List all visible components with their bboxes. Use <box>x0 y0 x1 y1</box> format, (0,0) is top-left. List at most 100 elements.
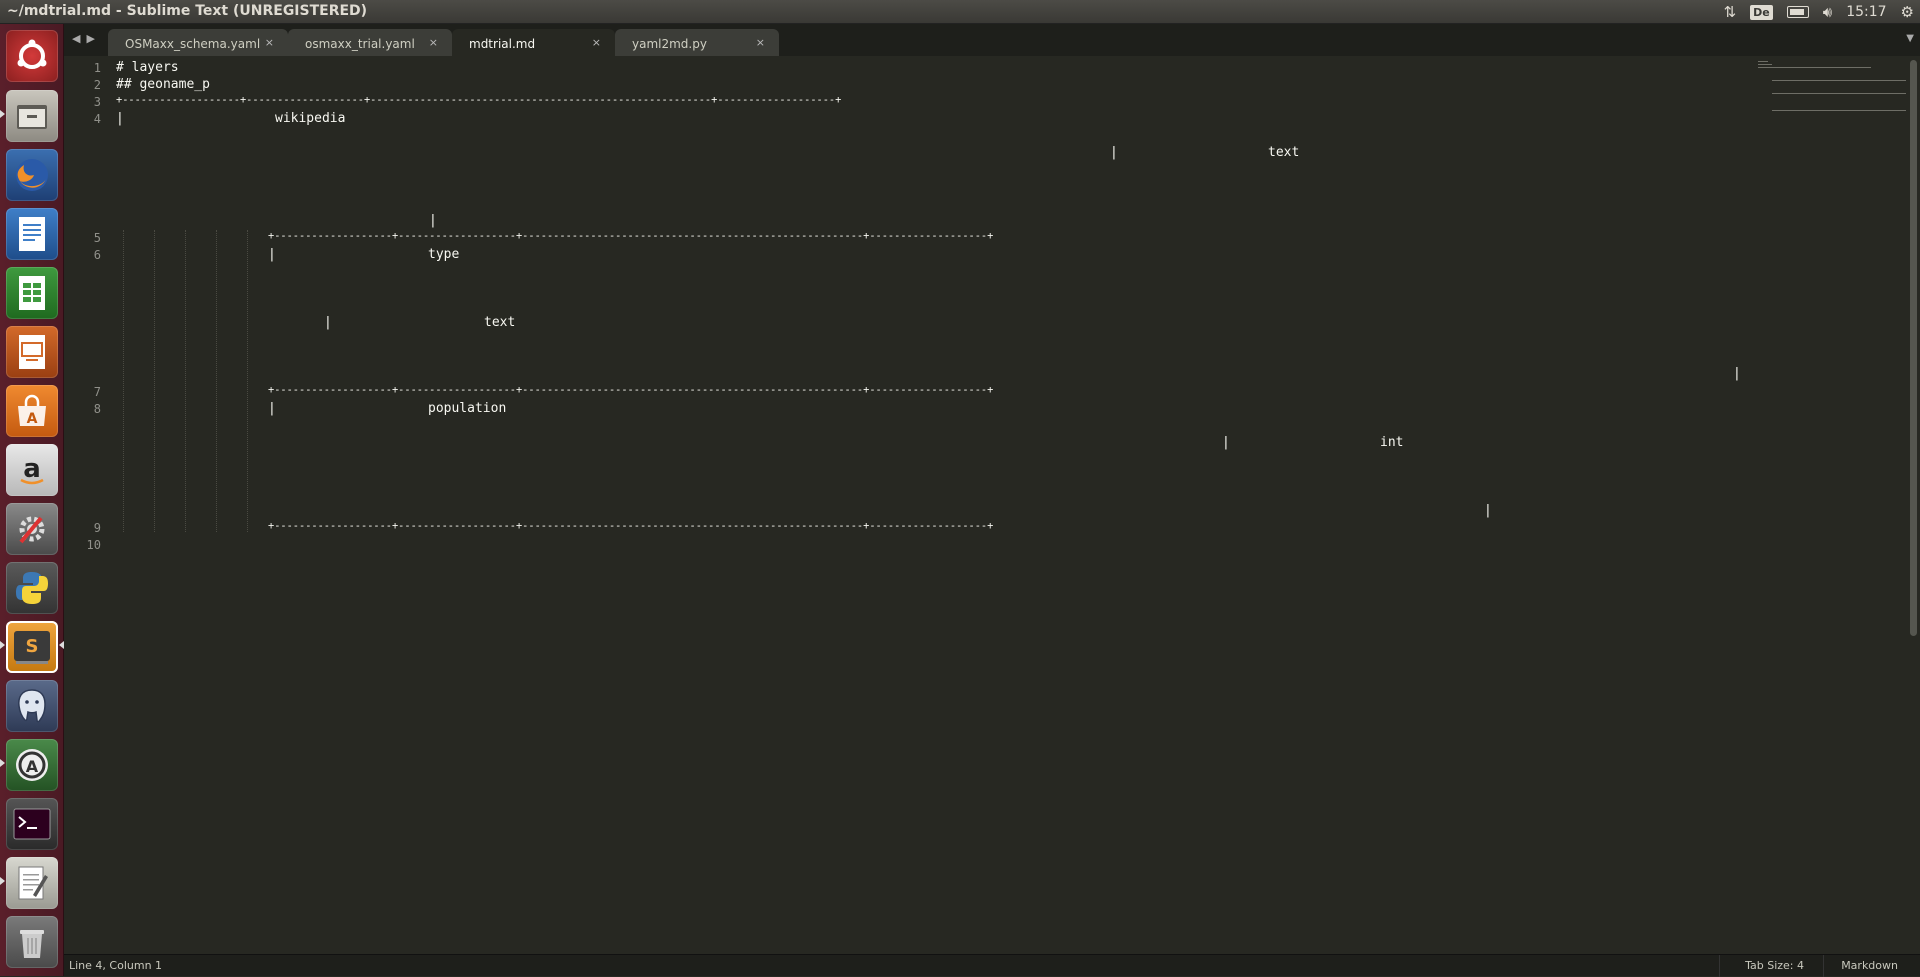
code-line-6-pipe: | <box>268 247 276 262</box>
keyboard-layout-indicator[interactable]: De <box>1750 4 1773 20</box>
code-line-8-pipe: | <box>1484 503 1492 518</box>
code-line-4-pipe: | <box>429 213 437 228</box>
minimap-line <box>1772 93 1906 94</box>
minimap-line <box>1758 67 1871 68</box>
code-line-9: +-------------------+-------------------… <box>268 520 994 532</box>
code-line-6-word: text <box>484 315 516 330</box>
indent-guide <box>247 230 248 532</box>
line-number: 3 <box>93 95 101 109</box>
close-icon[interactable]: × <box>429 36 438 49</box>
line-number: 9 <box>93 521 101 535</box>
status-bar: Line 4, Column 1 Tab Size: 4 Markdown <box>64 954 1920 977</box>
line-number: 5 <box>93 231 101 245</box>
libreoffice-impress-icon[interactable] <box>6 326 58 378</box>
code-line-3: +-------------------+-------------------… <box>116 94 842 106</box>
minimap-line <box>1772 110 1906 111</box>
ubuntu-dash-icon[interactable] <box>6 30 58 82</box>
code-line-6-word: type <box>428 247 460 262</box>
running-indicator <box>0 759 5 767</box>
launcher: A a S A <box>0 24 64 976</box>
svg-text:S: S <box>26 636 39 657</box>
indent-guide <box>154 230 155 532</box>
running-indicator <box>0 110 5 118</box>
minimap-line <box>1758 61 1768 62</box>
system-tray: ⇅ De 🔊︎ 15:17 ⚙ <box>1724 0 1914 24</box>
code-line-1: # layers <box>116 60 179 75</box>
tab-osmaxx-schema[interactable]: OSMaxx_schema.yaml × <box>108 29 288 56</box>
battery-icon[interactable] <box>1786 6 1809 18</box>
tab-mdtrial[interactable]: mdtrial.md × <box>452 29 615 56</box>
tab-label: yaml2md.py <box>632 37 707 51</box>
volume-icon[interactable]: 🔊︎ <box>1823 3 1832 21</box>
line-number: 4 <box>93 112 101 126</box>
tab-yaml2md[interactable]: yaml2md.py × <box>615 29 779 56</box>
line-number-gutter: 1 2 3 4 5 6 7 8 9 10 <box>64 56 111 954</box>
code-line-5: +-------------------+-------------------… <box>268 230 994 242</box>
line-number: 10 <box>86 538 101 552</box>
network-updown-icon[interactable]: ⇅ <box>1724 3 1737 21</box>
gear-icon[interactable]: ⚙ <box>1901 3 1914 21</box>
code-editor[interactable]: # layers ## geoname_p +-----------------… <box>111 56 1751 954</box>
software-center-icon[interactable]: A <box>6 385 58 437</box>
files-icon[interactable] <box>6 90 58 142</box>
tab-list-dropdown-icon[interactable]: ▼ <box>1906 33 1914 44</box>
system-settings-icon[interactable] <box>6 503 58 555</box>
line-number: 1 <box>93 61 101 75</box>
status-divider <box>1719 955 1720 977</box>
amazon-icon[interactable]: a <box>6 444 58 496</box>
code-line-6-pipe: | <box>324 315 332 330</box>
svg-text:A: A <box>26 757 39 776</box>
cursor-position: Line 4, Column 1 <box>69 959 163 972</box>
firefox-icon[interactable] <box>6 149 58 201</box>
top-panel: ~/mdtrial.md - Sublime Text (UNREGISTERE… <box>0 0 1920 24</box>
svg-text:a: a <box>23 454 41 484</box>
indent-guide <box>123 230 124 532</box>
trash-icon[interactable] <box>6 916 58 968</box>
tab-size-selector[interactable]: Tab Size: 4 <box>1745 959 1804 972</box>
libreoffice-calc-icon[interactable] <box>6 267 58 319</box>
status-divider <box>1823 955 1824 977</box>
tab-nav-arrows[interactable]: ◀▶ <box>72 32 101 45</box>
tab-osmaxx-trial[interactable]: osmaxx_trial.yaml × <box>288 29 452 56</box>
indent-guide <box>216 230 217 532</box>
code-line-7: +-------------------+-------------------… <box>268 384 994 396</box>
code-line-2: ## geoname_p <box>116 77 210 92</box>
code-line-4-pipe: | <box>116 111 124 126</box>
libreoffice-writer-icon[interactable] <box>6 208 58 260</box>
tab-label: OSMaxx_schema.yaml <box>125 37 261 51</box>
postgresql-icon[interactable] <box>6 680 58 732</box>
vertical-scrollbar[interactable] <box>1908 56 1920 954</box>
scrollbar-thumb[interactable] <box>1910 60 1917 636</box>
sublime-text-icon[interactable]: S <box>6 621 58 673</box>
code-line-8-pipe: | <box>268 401 276 416</box>
close-icon[interactable]: × <box>756 36 765 49</box>
line-number: 2 <box>93 78 101 92</box>
code-line-8-word: int <box>1380 435 1404 450</box>
clock[interactable]: 15:17 <box>1846 4 1886 20</box>
minimap-line <box>1758 64 1772 65</box>
line-number: 7 <box>93 385 101 399</box>
tab-label: mdtrial.md <box>469 37 536 51</box>
code-line-4-word: wikipedia <box>275 111 346 126</box>
indent-guide <box>185 230 186 532</box>
window-title: ~/mdtrial.md - Sublime Text (UNREGISTERE… <box>7 3 368 19</box>
minimap-line <box>1772 80 1906 81</box>
software-updater-icon[interactable]: A <box>6 739 58 791</box>
line-number: 8 <box>93 402 101 416</box>
tab-bar: ◀▶ OSMaxx_schema.yaml × osmaxx_trial.yam… <box>64 24 1920 56</box>
close-icon[interactable]: × <box>592 36 601 49</box>
running-indicator <box>0 641 5 649</box>
text-editor-icon[interactable] <box>6 857 58 909</box>
running-indicator <box>0 877 5 885</box>
close-icon[interactable]: × <box>265 36 274 49</box>
code-line-4-word: text <box>1268 145 1300 160</box>
python-icon[interactable] <box>6 562 58 614</box>
tab-label: osmaxx_trial.yaml <box>305 37 415 51</box>
minimap[interactable] <box>1758 56 1908 126</box>
code-line-8-word: population <box>428 401 507 416</box>
syntax-selector[interactable]: Markdown <box>1841 959 1898 972</box>
terminal-icon[interactable] <box>6 798 58 850</box>
code-line-8-pipe: | <box>1222 435 1230 450</box>
code-line-6-pipe: | <box>1733 366 1741 381</box>
code-line-4-pipe: | <box>1110 145 1118 160</box>
